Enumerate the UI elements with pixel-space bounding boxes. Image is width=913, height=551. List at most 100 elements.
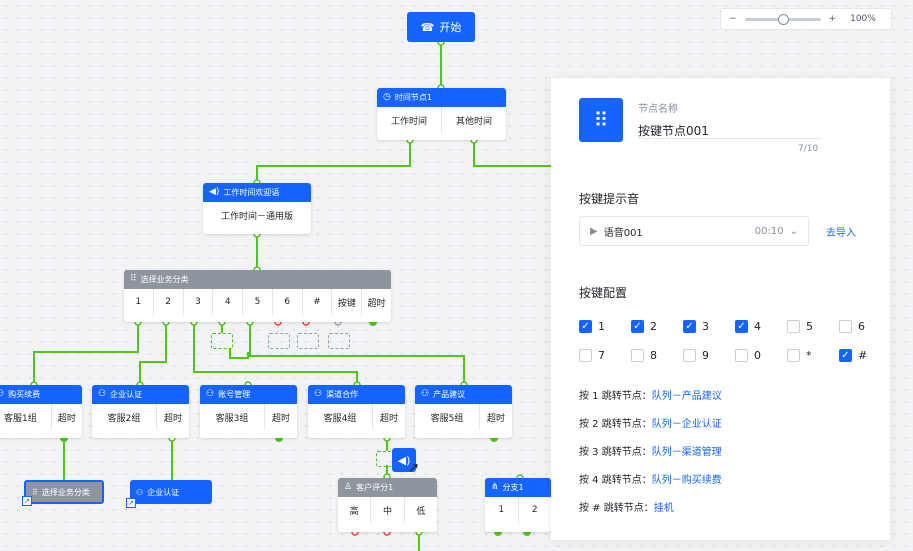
greeting-node[interactable]: ◀) 工作时间欢迎语 工作时间－通用版: [203, 183, 311, 234]
rating-mid[interactable]: 中: [371, 497, 405, 523]
checkbox[interactable]: [579, 349, 592, 362]
branch-1[interactable]: 1: [485, 497, 519, 523]
key-checkbox-#[interactable]: ✓ #: [839, 349, 867, 362]
menu-key-3[interactable]: 4: [213, 289, 244, 315]
zoom-in-button[interactable]: +: [829, 14, 837, 24]
menu-key-5[interactable]: 6: [273, 289, 303, 315]
phone-icon: ☎: [420, 20, 435, 34]
key-checkbox-1[interactable]: ✓ 1: [579, 320, 605, 333]
queue-node-5[interactable]: ⚇ 产品建议 客服5组 超时: [415, 385, 512, 438]
rating-node[interactable]: ♙ 客户评分1 高 中 低: [338, 478, 437, 532]
key-label: 3: [702, 320, 709, 333]
queue-node-4[interactable]: ⚇ 渠道合作 客服4组 超时: [308, 385, 405, 438]
checkbox[interactable]: [839, 320, 852, 333]
menu-key-7[interactable]: 按键: [332, 289, 363, 315]
jump-target-link[interactable]: 队列－购买续费: [652, 475, 722, 486]
checkbox[interactable]: [735, 349, 748, 362]
key-checkbox-9[interactable]: 9: [683, 349, 709, 362]
menu-key-6[interactable]: #: [303, 289, 333, 315]
queue-timeout[interactable]: 超时: [373, 404, 405, 430]
queue-timeout[interactable]: 超时: [52, 404, 82, 430]
key-checkbox-2[interactable]: ✓ 2: [631, 320, 657, 333]
branch-icon: ⋔: [491, 482, 499, 492]
key-checkbox-4[interactable]: ✓ 4: [735, 320, 761, 333]
key-checkbox-*[interactable]: *: [787, 349, 812, 362]
start-label: 开始: [439, 21, 462, 34]
checkbox[interactable]: ✓: [579, 320, 592, 333]
keypad-icon: ⠿: [579, 98, 623, 142]
config-section-title: 按键配置: [579, 286, 628, 300]
rating-low[interactable]: 低: [405, 497, 437, 523]
link-icon: ↗: [22, 496, 32, 506]
jump-target-link[interactable]: 队列－企业认证: [652, 419, 722, 430]
import-link[interactable]: 去导入: [826, 224, 856, 239]
queue-node-2[interactable]: ⚇ 企业认证 客服2组 超时: [92, 385, 189, 438]
edge-time-other: [473, 140, 551, 167]
checkbox[interactable]: ✓: [631, 320, 644, 333]
auth-node[interactable]: ⚇ 企业认证 ↗: [126, 480, 212, 508]
menu-key-8[interactable]: 超时: [362, 289, 391, 315]
checkbox[interactable]: ✓: [683, 320, 696, 333]
key-checkbox-0[interactable]: 0: [735, 349, 761, 362]
jump-row-0: 按 1 跳转节点：队列－产品建议: [579, 387, 722, 402]
queue-timeout[interactable]: 超时: [480, 404, 512, 430]
key-checkbox-7[interactable]: 7: [579, 349, 605, 362]
checkbox[interactable]: ✓: [735, 320, 748, 333]
jump-row-2: 按 3 跳转节点：队列－渠道管理: [579, 443, 722, 458]
queue-agent[interactable]: 客服5组: [415, 404, 480, 430]
branch-other-time[interactable]: 其他时间: [442, 107, 506, 133]
placeholder-key5[interactable]: [268, 333, 290, 349]
rating-title: 客户评分1: [356, 483, 394, 492]
key-label: 9: [702, 349, 709, 362]
queue-agent[interactable]: 客服2组: [92, 404, 157, 430]
key-checkbox-3[interactable]: ✓ 3: [683, 320, 709, 333]
branch-work-time[interactable]: 工作时间: [377, 107, 442, 133]
zoom-slider[interactable]: [744, 13, 821, 25]
queue-timeout[interactable]: 超时: [265, 404, 297, 430]
queue-node-1[interactable]: ⚇ 购买续费 客服1组 超时: [0, 385, 82, 438]
drop-target-key4[interactable]: [211, 333, 233, 349]
audio-select[interactable]: ▶ 语音001 00:10 ⌄: [579, 216, 809, 246]
node-name-underline: [638, 138, 822, 139]
jump-target-link[interactable]: 队列－渠道管理: [652, 447, 722, 458]
checkbox[interactable]: [787, 320, 800, 333]
jump-row-1: 按 2 跳转节点：队列－企业认证: [579, 415, 722, 430]
chevron-down-icon[interactable]: ⌄: [790, 226, 798, 237]
menu-key-2[interactable]: 3: [184, 289, 214, 315]
menu-key-0[interactable]: 1: [124, 289, 154, 315]
placeholder-key-hash[interactable]: [328, 333, 350, 349]
checkbox[interactable]: ✓: [839, 349, 852, 362]
menu-key-1[interactable]: 2: [154, 289, 184, 315]
time-node[interactable]: ◷ 时间节点1 工作时间 其他时间: [377, 88, 506, 140]
branch-2[interactable]: 2: [519, 497, 552, 523]
start-node[interactable]: ☎ 开始: [407, 12, 475, 42]
jump-target-link[interactable]: 挂机: [654, 503, 674, 514]
queue-node-3[interactable]: ⚇ 账号管理 客服3组 超时: [200, 385, 297, 438]
checkbox[interactable]: [631, 349, 644, 362]
key-checkbox-5[interactable]: 5: [787, 320, 813, 333]
zoom-slider-knob[interactable]: [777, 13, 789, 25]
rating-high[interactable]: 高: [338, 497, 372, 523]
menu-node[interactable]: ⠿ 选择业务分类 1 2 3 4 5 6 # 按键 超时: [124, 270, 391, 322]
key-checkbox-8[interactable]: 8: [631, 349, 657, 362]
branch-node[interactable]: ⋔ 分支1 1 2: [485, 478, 551, 532]
key-label: 5: [806, 320, 813, 333]
menu-header: ⠿ 选择业务分类: [124, 270, 391, 289]
play-icon[interactable]: ▶: [590, 226, 598, 237]
select-category-node[interactable]: ⠿ 选择业务分类 ↗: [22, 480, 104, 506]
key-checkbox-6[interactable]: 6: [839, 320, 865, 333]
checkbox[interactable]: [683, 349, 696, 362]
key-label: 8: [650, 349, 657, 362]
checkbox[interactable]: [787, 349, 800, 362]
node-name-input[interactable]: 按键节点001: [638, 122, 709, 139]
placeholder-key6[interactable]: [297, 333, 319, 349]
jump-target-link[interactable]: 队列－产品建议: [652, 391, 722, 402]
queue-agent[interactable]: 客服3组: [200, 404, 265, 430]
jump-row-4: 按 # 跳转节点：挂机: [579, 499, 674, 514]
queue-agent[interactable]: 客服1组: [0, 404, 52, 430]
speaker-icon: ◀): [209, 187, 220, 197]
zoom-out-button[interactable]: −: [729, 14, 737, 24]
menu-key-4[interactable]: 5: [243, 289, 273, 315]
queue-timeout[interactable]: 超时: [157, 404, 189, 430]
queue-agent[interactable]: 客服4组: [308, 404, 373, 430]
